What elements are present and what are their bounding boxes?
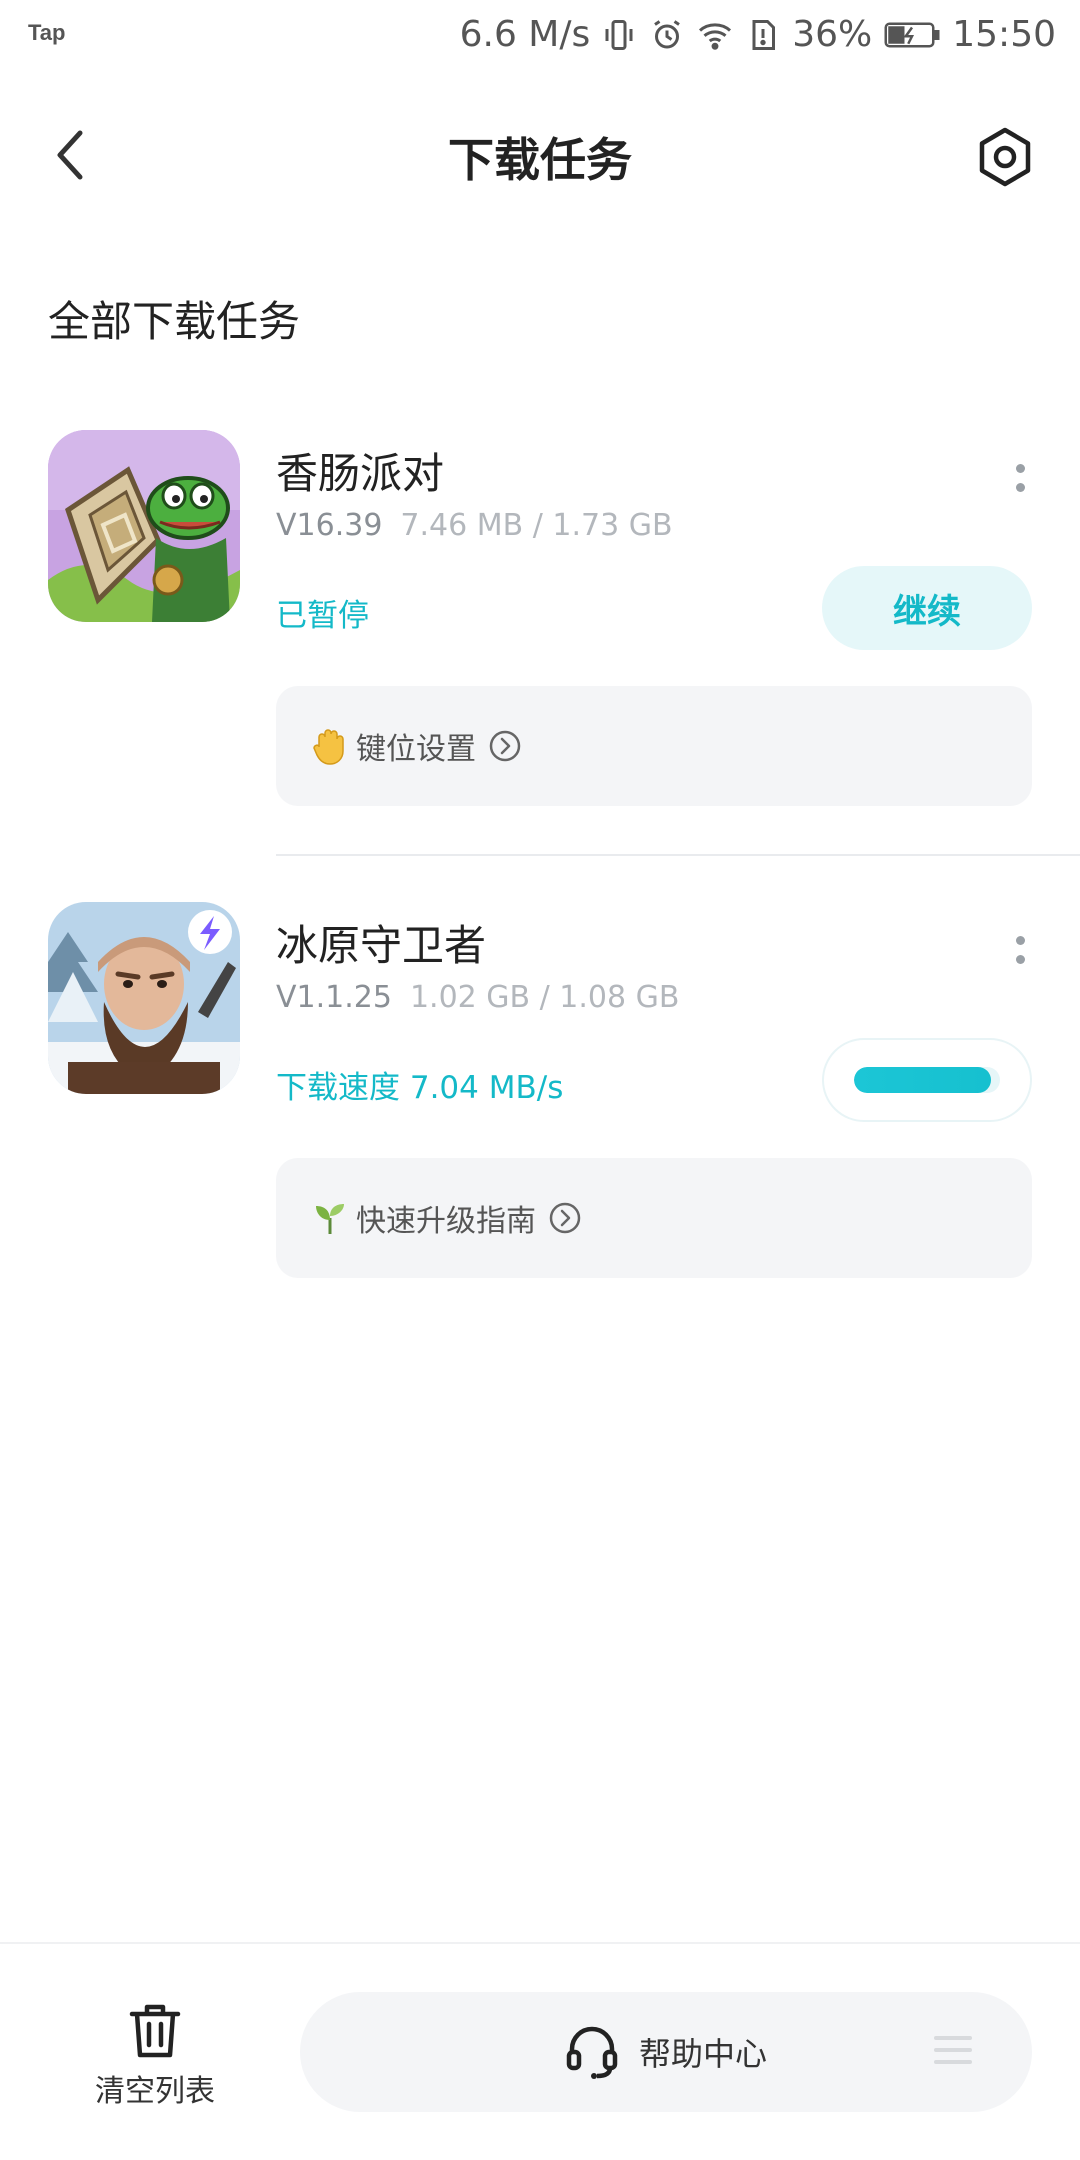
alarm-icon [648,15,686,55]
hand-emoji-icon [310,726,350,766]
app-name: 香肠派对 [276,449,445,498]
settings-button[interactable] [970,122,1040,192]
download-size: 7.46 MB / 1.73 GB [400,508,673,543]
progress-fill [854,1067,992,1093]
wifi-icon [696,15,734,55]
app-icon[interactable] [48,902,240,1094]
menu-icon [934,2036,972,2064]
gear-icon [979,127,1031,187]
download-size: 1.02 GB / 1.08 GB [409,980,680,1015]
carrier-label: Tap [28,20,66,45]
tip-label: 快速升级指南 [356,1204,536,1239]
app-version: V16.39 [276,508,383,543]
app-version: V1.1.25 [276,980,392,1015]
task-meta: V1.1.25 1.02 GB / 1.08 GB [276,980,679,1015]
clear-list-button[interactable]: 清空列表 [80,2000,230,2110]
chevron-right-circle-icon [548,1201,582,1235]
progress-track [854,1067,1000,1093]
sprout-emoji-icon [310,1198,350,1238]
divider [276,854,1080,856]
app-icon[interactable] [48,430,240,622]
clear-list-label: 清空列表 [95,2074,215,2109]
page-title: 下载任务 [448,133,632,187]
more-options-button[interactable] [1000,920,1040,980]
net-speed: 6.6 M/s [459,14,591,55]
task-meta: V16.39 7.46 MB / 1.73 GB [276,508,673,543]
help-center-label: 帮助中心 [638,2035,767,2073]
tip-link-upgrade-guide[interactable]: 快速升级指南 [276,1158,1032,1278]
download-status: 已暂停 [276,598,369,634]
tip-link-key-settings[interactable]: 键位设置 [276,686,1032,806]
app-name: 冰原守卫者 [276,921,487,970]
download-speed: 下载速度 7.04 MB/s [276,1070,564,1106]
bottom-bar: 清空列表 帮助中心 [0,1942,1080,2160]
vibrate-icon [600,15,638,55]
more-options-button[interactable] [1000,448,1040,508]
headset-icon [566,2026,618,2079]
app-header: 下载任务 [0,100,1080,210]
sim-alert-icon [744,15,782,55]
section-title: 全部下载任务 [48,297,301,346]
tip-label: 键位设置 [356,732,476,767]
trash-icon [129,2004,181,2058]
chevron-right-circle-icon [488,729,522,763]
help-center-button[interactable]: 帮助中心 [300,1992,1032,2112]
battery-charging-icon [882,15,942,55]
clock: 15:50 [952,14,1056,55]
pause-progress-button[interactable] [822,1038,1032,1122]
resume-button[interactable]: 继续 [822,566,1032,650]
battery-percent: 36% [792,14,873,55]
status-bar: Tap 6.6 M/s 36% 15:50 [0,0,1080,75]
status-icons: 6.6 M/s 36% 15:50 [460,14,1056,55]
